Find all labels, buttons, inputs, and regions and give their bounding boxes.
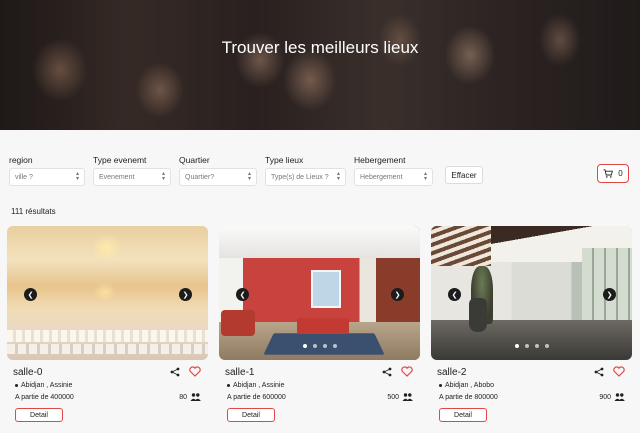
detail-button[interactable]: Detail (227, 408, 275, 422)
chevron-right-icon[interactable]: ❯ (179, 288, 192, 301)
chevron-left-icon[interactable]: ❮ (236, 288, 249, 301)
filter-hebergement: Hebergement Hebergement ▴ ▾ (354, 155, 433, 186)
venue-card: ❮ ❯ salle-1 Abidjan , Assinie A partie d… (219, 226, 420, 433)
venue-price: A partie de 400000 (15, 394, 74, 401)
select-value: Quartier? (185, 173, 215, 181)
event-type-select[interactable]: Evenement ▴ ▾ (93, 168, 171, 186)
filter-label: Hebergement (354, 155, 406, 165)
venue-card: ❮ ❯ salle-2 Abidjan , Abobo A partie de … (431, 226, 632, 433)
venue-image[interactable]: ❮ ❯ (7, 226, 208, 360)
chevron-left-icon[interactable]: ❮ (448, 288, 461, 301)
carousel-dot[interactable] (534, 344, 539, 348)
venue-capacity: 900 (599, 393, 625, 401)
select-value: Hebergement (360, 173, 403, 181)
carousel-dot[interactable] (322, 344, 327, 348)
cart-button[interactable]: 0 (597, 164, 629, 183)
venue-location: Abidjan , Assinie (15, 382, 72, 389)
venue-capacity: 500 (387, 393, 413, 401)
chevron-left-icon[interactable]: ❮ (24, 288, 37, 301)
image-detail (7, 344, 208, 354)
carousel-dot[interactable] (544, 344, 549, 348)
image-detail (431, 320, 632, 360)
image-detail (297, 318, 349, 334)
carousel-dot[interactable] (514, 344, 519, 348)
filter-quartier: Quartier Quartier? ▴ ▾ (179, 155, 257, 186)
cart-icon (603, 169, 614, 178)
select-arrows-icon: ▴ ▾ (161, 171, 165, 182)
hero-title: Trouver les meilleurs lieux (221, 38, 419, 57)
hebergement-select[interactable]: Hebergement ▴ ▾ (354, 168, 433, 186)
capacity-value: 500 (387, 393, 399, 401)
chevron-right-icon[interactable]: ❯ (603, 288, 616, 301)
bullet-icon (439, 384, 442, 387)
detail-button[interactable]: Detail (15, 408, 63, 422)
filter-label: Quartier (179, 155, 210, 165)
venue-image[interactable]: ❮ ❯ (431, 226, 632, 360)
location-text: Abidjan , Assinie (21, 382, 73, 389)
location-text: Abidjan , Assinie (233, 382, 285, 389)
image-detail (221, 310, 255, 336)
filter-event-type: Type evenemt Evenement ▴ ▾ (93, 155, 171, 186)
carousel-dot[interactable] (332, 344, 337, 348)
people-icon (402, 393, 413, 401)
filter-bar: region ville ? ▴ ▾ Type evenemt Evenement… (9, 155, 441, 186)
venue-location: Abidjan , Abobo (439, 382, 494, 389)
detail-button[interactable]: Detail (439, 408, 487, 422)
chevron-right-icon[interactable]: ❯ (391, 288, 404, 301)
share-icon[interactable] (382, 367, 392, 377)
filter-venue-type: Type lieux Type(s) de Lieux ? ▴ ▾ (265, 155, 346, 186)
carousel-dots (431, 344, 632, 348)
image-detail (219, 226, 420, 258)
heart-icon[interactable] (189, 366, 201, 377)
cart-count: 0 (618, 169, 623, 178)
select-value: Type(s) de Lieux ? (271, 173, 329, 181)
filter-region: region ville ? ▴ ▾ (9, 155, 85, 186)
heart-icon[interactable] (401, 366, 413, 377)
venue-name: salle-2 (437, 367, 467, 378)
venue-capacity: 80 (179, 393, 201, 401)
capacity-value: 900 (599, 393, 611, 401)
select-arrows-icon: ▴ ▾ (247, 171, 251, 182)
carousel-dot[interactable] (302, 344, 307, 348)
carousel-dot[interactable] (312, 344, 317, 348)
capacity-value: 80 (179, 393, 187, 401)
people-icon (190, 393, 201, 401)
select-value: Evenement (99, 173, 135, 181)
region-select[interactable]: ville ? ▴ ▾ (9, 168, 85, 186)
venue-price: A partie de 800000 (439, 394, 498, 401)
image-detail (469, 298, 487, 332)
hero-banner: Trouver les meilleurs lieux (0, 0, 640, 130)
image-detail (7, 330, 208, 342)
share-icon[interactable] (594, 367, 604, 377)
clear-filters-button[interactable]: Effacer (445, 166, 483, 184)
select-arrows-icon: ▴ ▾ (75, 171, 79, 182)
venue-image[interactable]: ❮ ❯ (219, 226, 420, 360)
image-detail (311, 270, 341, 308)
select-value: ville ? (15, 173, 33, 181)
select-arrows-icon: ▴ ▾ (336, 171, 340, 182)
venue-name: salle-1 (225, 367, 255, 378)
venue-card: ❮ ❯ salle-0 Abidjan , Assinie A partie d… (7, 226, 208, 433)
filter-label: region (9, 155, 33, 165)
venue-type-select[interactable]: Type(s) de Lieux ? ▴ ▾ (265, 168, 346, 186)
carousel-dot[interactable] (524, 344, 529, 348)
results-count: 111 résultats (11, 207, 56, 216)
heart-icon[interactable] (613, 366, 625, 377)
quartier-select[interactable]: Quartier? ▴ ▾ (179, 168, 257, 186)
location-text: Abidjan , Abobo (445, 382, 495, 389)
bullet-icon (227, 384, 230, 387)
filter-label: Type lieux (265, 155, 304, 165)
people-icon (614, 393, 625, 401)
venue-name: salle-0 (13, 367, 43, 378)
share-icon[interactable] (170, 367, 180, 377)
filter-label: Type evenemt (93, 155, 147, 165)
bullet-icon (15, 384, 18, 387)
venue-price: A partie de 600000 (227, 394, 286, 401)
venue-location: Abidjan , Assinie (227, 382, 284, 389)
image-detail (431, 226, 491, 266)
carousel-dots (219, 344, 420, 348)
select-arrows-icon: ▴ ▾ (423, 171, 427, 182)
